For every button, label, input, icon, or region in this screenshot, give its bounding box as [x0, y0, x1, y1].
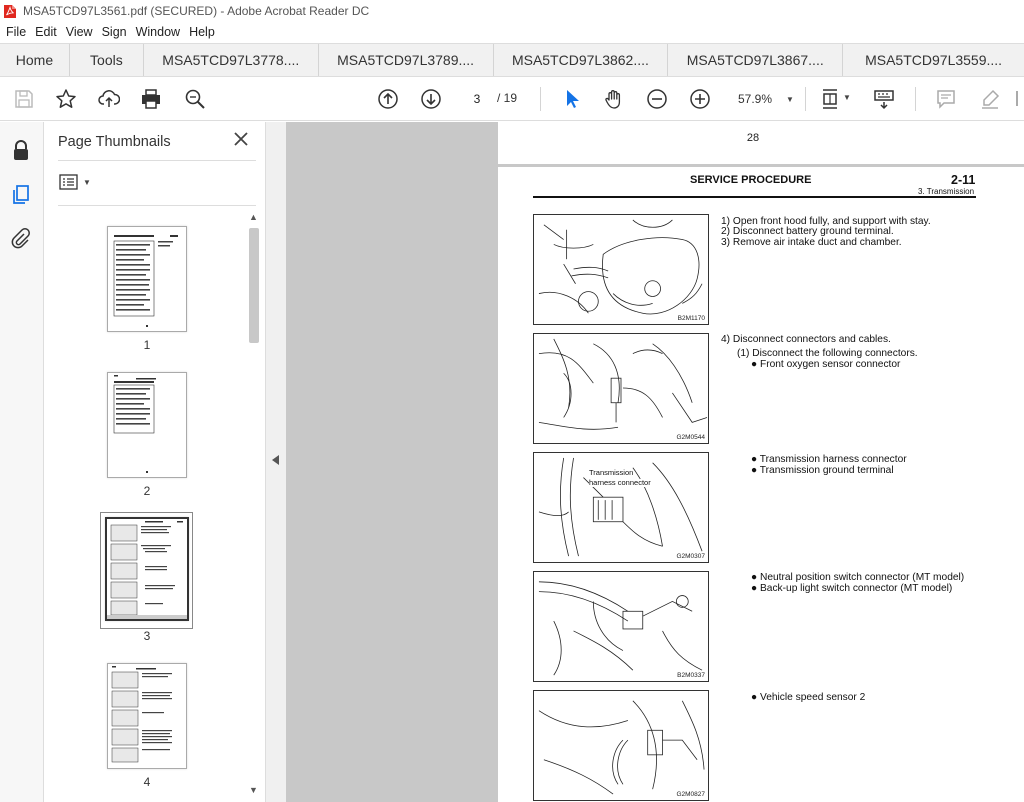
chevron-down-icon: ▼: [786, 94, 794, 104]
bullet-vehicle-speed-sensor: ● Vehicle speed sensor 2: [751, 692, 866, 703]
tab-document-5[interactable]: MSA5TCD97L3559....: [843, 44, 1024, 76]
toolbar: / 19 57.9% ▼ ▼: [0, 77, 1024, 121]
next-page-icon[interactable]: [418, 86, 444, 112]
thumbnail-label-4: 4: [143, 775, 151, 789]
step-4-1: (1) Disconnect the following connectors.: [737, 348, 918, 359]
scrollbar-thumb[interactable]: [249, 228, 259, 343]
tab-document-2[interactable]: MSA5TCD97L3789....: [319, 44, 494, 76]
bullet-transmission-harness: ● Transmission harness connector: [751, 454, 907, 465]
zoom-in-icon[interactable]: [687, 86, 713, 112]
highlight-pen-icon[interactable]: [977, 86, 1003, 112]
page-number: 28: [746, 132, 760, 144]
window-title: MSA5TCD97L3561.pdf (SECURED) - Adobe Acr…: [23, 4, 370, 18]
zoom-search-icon[interactable]: [182, 86, 208, 112]
page-thumbnails-icon[interactable]: [9, 183, 33, 207]
panel-title: Page Thumbnails: [58, 134, 171, 150]
acrobat-logo-icon: [3, 4, 17, 19]
step-3: 3) Remove air intake duct and chamber.: [721, 237, 902, 248]
current-page: SERVICE PROCEDURE 2-11 3. Transmission B…: [498, 167, 1024, 802]
figure-neutral-switch: B2M0337: [533, 571, 709, 682]
thumbnail-label-3: 3: [143, 629, 151, 643]
figure-vehicle-speed-sensor: G2M0827: [533, 690, 709, 801]
thumbnail-label-1: 1: [143, 338, 151, 352]
comment-icon[interactable]: [933, 86, 959, 112]
close-icon[interactable]: [233, 131, 249, 147]
page-thumbnails-panel: Page Thumbnails ▼ 1 2 3 4 ▲ ▼: [45, 122, 265, 802]
bookmark-star-icon[interactable]: [53, 86, 79, 112]
menu-help[interactable]: Help: [189, 25, 215, 39]
figure-code: G2M0307: [676, 553, 705, 560]
lock-icon[interactable]: [9, 138, 33, 162]
draw-icon[interactable]: [1014, 86, 1024, 112]
figure-code: B2M1170: [677, 315, 705, 322]
figure-callout-line1: Transmission: [589, 468, 634, 477]
tab-home[interactable]: Home: [0, 44, 70, 76]
select-cursor-icon[interactable]: [559, 86, 585, 112]
figure-code: G2M0827: [676, 791, 705, 798]
tab-document-3[interactable]: MSA5TCD97L3862....: [494, 44, 669, 76]
upload-cloud-icon[interactable]: [96, 86, 122, 112]
zoom-out-icon[interactable]: [644, 86, 670, 112]
scroll-up-icon[interactable]: ▲: [249, 212, 258, 222]
menu-bar: File Edit View Sign Window Help: [0, 22, 1024, 42]
section-heading: SERVICE PROCEDURE: [690, 174, 812, 186]
bullet-back-up-light-switch: ● Back-up light switch connector (MT mod…: [751, 583, 953, 594]
left-rail: [0, 122, 44, 802]
zoom-level-select[interactable]: 57.9% ▼: [730, 89, 800, 109]
panel-splitter[interactable]: [265, 122, 286, 802]
title-bar: MSA5TCD97L3561.pdf (SECURED) - Adobe Acr…: [0, 0, 1024, 22]
thumbnail-page-1[interactable]: [107, 226, 187, 332]
save-icon[interactable]: [11, 86, 37, 112]
figure-code: G2M0544: [676, 434, 705, 441]
figure-callout-line2: harness connector: [589, 478, 651, 487]
previous-page-icon[interactable]: [375, 86, 401, 112]
tab-document-1[interactable]: MSA5TCD97L3778....: [144, 44, 319, 76]
thumbnail-page-2[interactable]: [107, 372, 187, 478]
hand-tool-icon[interactable]: [601, 86, 627, 112]
figure-oxygen-sensor: G2M0544: [533, 333, 709, 444]
header-rule: [533, 196, 976, 198]
menu-sign[interactable]: Sign: [102, 25, 127, 39]
attachment-icon[interactable]: [9, 227, 33, 251]
bullet-front-oxygen-sensor: ● Front oxygen sensor connector: [751, 359, 901, 370]
page-number-input[interactable]: [460, 89, 494, 109]
chevron-down-icon[interactable]: ▼: [843, 93, 851, 102]
zoom-level-value: 57.9%: [738, 92, 773, 106]
page-fit-icon[interactable]: [817, 86, 843, 112]
divider: [58, 205, 256, 206]
toolbar-divider: [805, 87, 806, 111]
previous-page: 28: [498, 122, 1024, 164]
tab-document-4[interactable]: MSA5TCD97L3867....: [668, 44, 844, 76]
menu-file[interactable]: File: [6, 25, 26, 39]
collapse-panel-icon[interactable]: [272, 455, 279, 465]
chevron-down-icon: ▼: [83, 177, 91, 187]
thumbnail-label-2: 2: [143, 484, 151, 498]
toolbar-divider: [915, 87, 916, 111]
thumbnail-options-menu[interactable]: ▼: [59, 170, 95, 194]
thumbnail-scrollbar[interactable]: ▲ ▼: [246, 212, 262, 802]
tab-tools[interactable]: Tools: [70, 44, 144, 76]
figure-transmission-harness: Transmission harness connector G2M0307: [533, 452, 709, 563]
figure-code: B2M0337: [677, 672, 705, 679]
bullet-transmission-ground: ● Transmission ground terminal: [751, 465, 894, 476]
print-icon[interactable]: [138, 86, 164, 112]
bullet-neutral-position-switch: ● Neutral position switch connector (MT …: [751, 572, 965, 583]
divider: [58, 160, 256, 161]
step-2: 2) Disconnect battery ground terminal.: [721, 226, 894, 237]
menu-edit[interactable]: Edit: [35, 25, 57, 39]
menu-view[interactable]: View: [66, 25, 93, 39]
menu-window[interactable]: Window: [136, 25, 180, 39]
toolbar-divider: [540, 87, 541, 111]
thumbnail-page-4[interactable]: [107, 663, 187, 769]
page-total: / 19: [497, 91, 518, 105]
tab-bar: Home Tools MSA5TCD97L3778.... MSA5TCD97L…: [0, 43, 1024, 77]
thumbnail-page-3[interactable]: [105, 517, 189, 621]
keyboard-scroll-icon[interactable]: [871, 86, 897, 112]
figure-engine-bay: B2M1170: [533, 214, 709, 325]
scroll-down-icon[interactable]: ▼: [249, 785, 258, 795]
document-viewport[interactable]: 28 SERVICE PROCEDURE 2-11 3. Transmissio…: [286, 122, 1024, 802]
step-4: 4) Disconnect connectors and cables.: [721, 334, 891, 345]
options-list-icon: [59, 174, 78, 190]
